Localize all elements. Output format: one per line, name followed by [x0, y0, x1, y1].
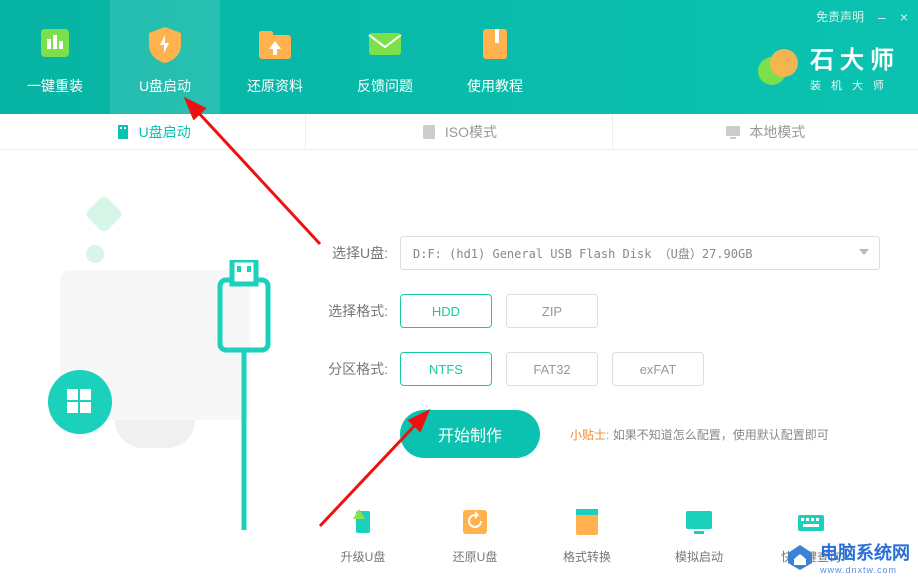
window-controls: 免责声明 – × [816, 8, 908, 25]
convert-icon [569, 504, 605, 540]
fs-exfat-option[interactable]: exFAT [612, 352, 704, 386]
nav-feedback[interactable]: 反馈问题 [330, 0, 440, 114]
start-button[interactable]: 开始制作 [400, 410, 540, 458]
brand-title: 石大师 [810, 40, 900, 75]
form-panel: 选择U盘: D:F: (hd1) General USB Flash Disk … [300, 150, 918, 579]
nav-restore[interactable]: 还原资料 [220, 0, 330, 114]
main-nav: 一键重装 U盘启动 还原资料 反馈问题 使用教程 [0, 0, 550, 114]
fs-ntfs-option[interactable]: NTFS [400, 352, 492, 386]
tip-body: 如果不知道怎么配置，使用默认配置即可 [613, 428, 829, 442]
envelope-icon [363, 18, 407, 68]
brand: 石大师 装机大师 [756, 40, 900, 93]
upgrade-usb-icon [345, 504, 381, 540]
reinstall-icon [33, 18, 77, 68]
subtab-local[interactable]: 本地模式 [612, 114, 918, 149]
usb-drive-select[interactable]: D:F: (hd1) General USB Flash Disk （U盘）27… [400, 236, 880, 270]
tip-text: 小贴士: 如果不知道怎么配置，使用默认配置即可 [570, 426, 829, 443]
brand-logo-icon [756, 45, 800, 89]
simboot-icon [681, 504, 717, 540]
tip-prefix: 小贴士: [570, 428, 609, 442]
watermark-name: 电脑系统网 [820, 539, 910, 565]
subtab-iso[interactable]: ISO模式 [305, 114, 611, 149]
nav-reinstall-label: 一键重装 [27, 76, 83, 96]
monitor-icon [725, 124, 741, 140]
format-zip-option[interactable]: ZIP [506, 294, 598, 328]
shield-icon [143, 18, 187, 68]
usb-drive-value: D:F: (hd1) General USB Flash Disk （U盘）27… [413, 245, 752, 262]
select-usb-label: 选择U盘: [318, 243, 388, 263]
folder-up-icon [253, 18, 297, 68]
windows-badge-icon [48, 370, 112, 434]
keyboard-icon [793, 504, 829, 540]
tool-convert[interactable]: 格式转换 [550, 504, 624, 565]
tool-simboot-label: 模拟启动 [675, 548, 723, 565]
book-icon [473, 18, 517, 68]
close-button[interactable]: × [900, 9, 908, 25]
tool-simboot[interactable]: 模拟启动 [662, 504, 736, 565]
nav-tutorial-label: 使用教程 [467, 76, 523, 96]
nav-usb-boot-label: U盘启动 [139, 76, 191, 96]
subtab-usb-label: U盘启动 [139, 122, 191, 142]
nav-restore-label: 还原资料 [247, 76, 303, 96]
fs-label: 分区格式: [318, 359, 388, 379]
watermark: 电脑系统网 www.dnxtw.com [786, 539, 910, 575]
tool-restore-label: 还原U盘 [453, 548, 498, 565]
usb-cable-icon [210, 260, 290, 540]
disclaimer-link[interactable]: 免责声明 [816, 8, 864, 25]
tool-convert-label: 格式转换 [563, 548, 611, 565]
fs-fat32-option[interactable]: FAT32 [506, 352, 598, 386]
minimize-button[interactable]: – [878, 9, 886, 25]
usb-icon [115, 124, 131, 140]
nav-usb-boot[interactable]: U盘启动 [110, 0, 220, 114]
fs-group: NTFS FAT32 exFAT [400, 352, 704, 386]
restore-usb-icon [457, 504, 493, 540]
chevron-down-icon [859, 249, 869, 255]
subtab-usb[interactable]: U盘启动 [0, 114, 305, 149]
tool-restore[interactable]: 还原U盘 [438, 504, 512, 565]
format-hdd-option[interactable]: HDD [400, 294, 492, 328]
nav-tutorial[interactable]: 使用教程 [440, 0, 550, 114]
nav-reinstall[interactable]: 一键重装 [0, 0, 110, 114]
tool-upgrade-label: 升级U盘 [341, 548, 386, 565]
format-group: HDD ZIP [400, 294, 598, 328]
nav-feedback-label: 反馈问题 [357, 76, 413, 96]
topbar: 免责声明 – × 一键重装 U盘启动 还原资料 反馈问题 [0, 0, 918, 114]
subtab-iso-label: ISO模式 [445, 122, 497, 142]
brand-subtitle: 装机大师 [810, 77, 900, 93]
illustration [0, 150, 300, 579]
iso-icon [421, 124, 437, 140]
main-area: 选择U盘: D:F: (hd1) General USB Flash Disk … [0, 150, 918, 579]
watermark-url: www.dnxtw.com [820, 565, 910, 575]
subtab-local-label: 本地模式 [749, 122, 805, 142]
subtab-bar: U盘启动 ISO模式 本地模式 [0, 114, 918, 150]
format-label: 选择格式: [318, 301, 388, 321]
watermark-icon [786, 543, 814, 571]
tool-upgrade[interactable]: 升级U盘 [326, 504, 400, 565]
